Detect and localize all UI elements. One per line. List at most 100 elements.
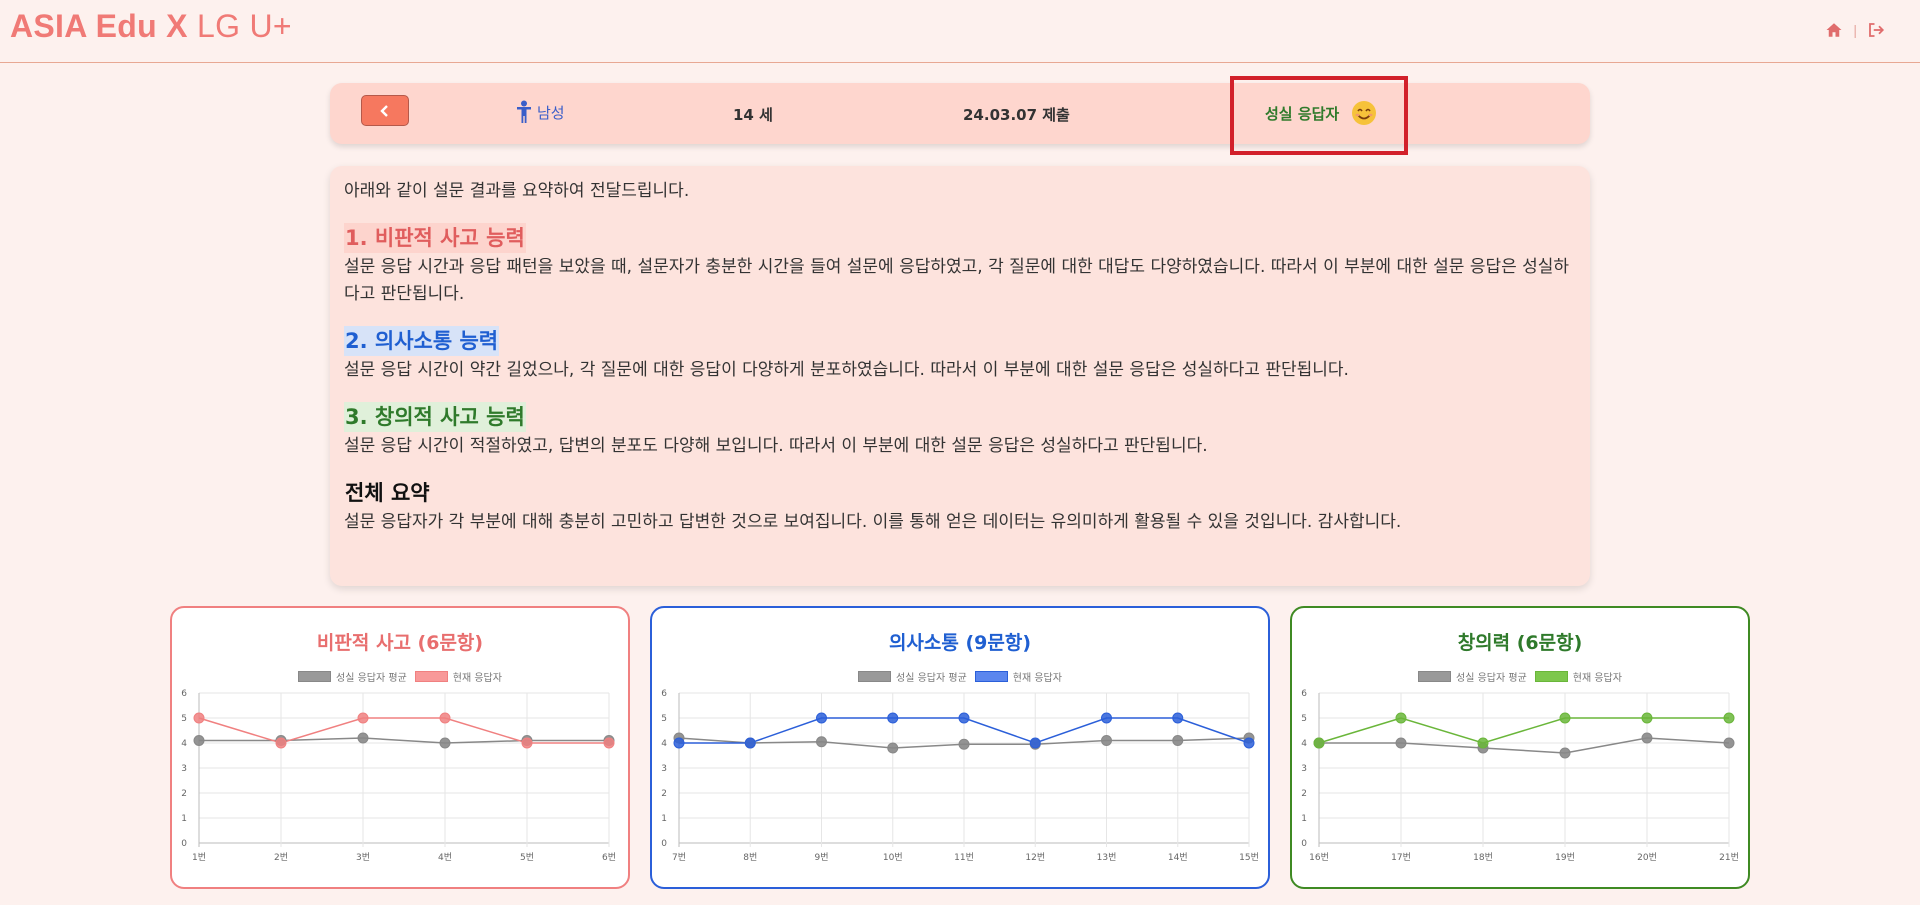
- x-tick-label: 16번: [1309, 852, 1329, 863]
- legend-item-current[interactable]: 현재 응답자: [974, 669, 1062, 684]
- data-point-current: [1243, 737, 1255, 749]
- data-point-current: [887, 712, 899, 724]
- legend-item-average[interactable]: 성실 응답자 평균: [858, 669, 967, 684]
- data-point-current: [1395, 712, 1407, 724]
- brand-partner: LG U+: [187, 8, 292, 44]
- legend-label: 성실 응답자 평균: [1456, 673, 1527, 684]
- legend-label: 현재 응답자: [452, 673, 502, 684]
- x-tick-label: 3번: [356, 852, 370, 863]
- section-body: 설문 응답 시간이 약간 길었으나, 각 질문에 대한 응답이 다양하게 분포하…: [344, 360, 1349, 380]
- legend-item-average[interactable]: 성실 응답자 평균: [1418, 669, 1527, 684]
- chart-legend: 성실 응답자 평균 현재 응답자: [652, 669, 1268, 684]
- y-tick-label: 1: [181, 814, 187, 824]
- x-tick-label: 2번: [274, 852, 288, 863]
- home-icon[interactable]: [1825, 21, 1843, 39]
- y-tick-label: 4: [181, 739, 187, 749]
- summary-section-creativity: 3. 창의적 사고 능력 설문 응답 시간이 적절하였고, 답변의 분포도 다양…: [344, 402, 1576, 460]
- x-tick-label: 6번: [602, 852, 616, 863]
- gender-info: 남성: [515, 100, 565, 124]
- x-tick-label: 15번: [1239, 852, 1259, 863]
- logout-icon[interactable]: [1867, 21, 1885, 39]
- x-tick-label: 11번: [954, 852, 974, 863]
- submitted-date: 24.03.07 제출: [963, 106, 1070, 124]
- legend-swatch: [298, 671, 332, 682]
- chart-legend: 성실 응답자 평균 현재 응답자: [1292, 669, 1748, 684]
- x-tick-label: 20번: [1637, 852, 1657, 863]
- data-point-current: [744, 737, 756, 749]
- data-point-average: [357, 732, 369, 744]
- legend-item-average[interactable]: 성실 응답자 평균: [298, 669, 407, 684]
- respondent-info-bar: 남성 14 세 24.03.07 제출 성실 응답자: [330, 76, 1590, 155]
- data-point-current: [439, 712, 451, 724]
- section-title: 2. 의사소통 능력: [344, 326, 500, 356]
- x-tick-label: 5번: [520, 852, 534, 863]
- x-tick-label: 8번: [743, 852, 757, 863]
- data-point-current: [1172, 712, 1184, 724]
- y-tick-label: 4: [661, 739, 667, 749]
- x-tick-label: 1번: [192, 852, 206, 863]
- data-point-current: [816, 712, 827, 724]
- data-point-average: [816, 736, 827, 748]
- legend-label: 현재 응답자: [1572, 673, 1622, 684]
- y-tick-label: 2: [661, 789, 667, 799]
- y-tick-label: 5: [181, 714, 187, 724]
- data-point-average: [1395, 737, 1407, 749]
- y-tick-label: 0: [661, 839, 667, 849]
- legend-swatch: [414, 671, 448, 682]
- data-point-current: [1313, 737, 1325, 749]
- person-icon: [517, 100, 531, 123]
- x-tick-label: 13번: [1097, 852, 1117, 863]
- y-tick-label: 0: [181, 839, 187, 849]
- data-point-current: [1559, 712, 1571, 724]
- data-point-current: [1477, 737, 1489, 749]
- data-point-current: [958, 712, 970, 724]
- data-point-average: [958, 738, 970, 750]
- y-tick-label: 6: [661, 689, 667, 699]
- x-tick-label: 14번: [1168, 852, 1188, 863]
- line-chart-critical: 0 1 2 3 4 5 6 1번 2번 3번 4번 5번 6번: [181, 689, 616, 863]
- data-point-average: [1723, 737, 1735, 749]
- x-tick-label: 12번: [1025, 852, 1045, 863]
- legend-swatch: [1534, 671, 1568, 682]
- data-point-current: [521, 737, 533, 749]
- x-tick-label: 21번: [1719, 852, 1739, 863]
- y-tick-label: 2: [181, 789, 187, 799]
- brand-logo[interactable]: ASIA Edu X LG U+: [10, 8, 292, 45]
- top-actions: |: [1825, 21, 1885, 39]
- summary-intro: 아래와 같이 설문 결과를 요약하여 전달드립니다.: [344, 181, 690, 201]
- summary-section-critical: 1. 비판적 사고 능력 설문 응답 시간과 응답 패턴을 보았을 때, 설문자…: [344, 223, 1576, 308]
- legend-swatch: [858, 671, 892, 682]
- series-line-current: [198, 717, 609, 744]
- summary-section-communication: 2. 의사소통 능력 설문 응답 시간이 약간 길었으나, 각 질문에 대한 응…: [344, 326, 1576, 384]
- legend-item-current[interactable]: 현재 응답자: [1534, 669, 1622, 684]
- y-tick-label: 5: [1301, 714, 1307, 724]
- chart-legend: 성실 응답자 평균 현재 응답자: [172, 669, 628, 684]
- data-point-average: [887, 742, 899, 754]
- data-point-average: [439, 737, 451, 749]
- top-navbar: ASIA Edu X LG U+ |: [0, 0, 1920, 63]
- series-line-average: [1319, 737, 1730, 754]
- status-highlight: 성실 응답자: [1230, 76, 1408, 155]
- back-button[interactable]: [361, 95, 409, 126]
- y-tick-label: 6: [181, 689, 187, 699]
- smiley-icon: [1352, 101, 1377, 125]
- section-title: 전체 요약: [345, 481, 430, 505]
- data-point-current: [603, 737, 615, 749]
- legend-item-current[interactable]: 현재 응답자: [414, 669, 502, 684]
- section-body: 설문 응답 시간과 응답 패턴을 보았을 때, 설문자가 충분한 시간을 들여 …: [344, 257, 1570, 304]
- data-point-current: [275, 737, 287, 749]
- chart-title: 창의력 (6문항): [1457, 632, 1583, 654]
- x-tick-label: 7번: [672, 852, 686, 863]
- y-tick-label: 0: [1301, 839, 1307, 849]
- y-tick-label: 4: [1301, 739, 1307, 749]
- chart-title: 비판적 사고 (6문항): [316, 632, 484, 654]
- data-point-current: [1101, 712, 1112, 724]
- legend-swatch: [1418, 671, 1452, 682]
- legend-label: 성실 응답자 평균: [336, 673, 407, 684]
- legend-label: 성실 응답자 평균: [896, 673, 967, 684]
- summary-section-overall: 전체 요약 설문 응답자가 각 부분에 대해 충분히 고민하고 답변한 것으로 …: [344, 478, 1576, 536]
- x-tick-label: 10번: [883, 852, 903, 863]
- chevron-left-icon: [380, 104, 388, 117]
- data-point-current: [193, 712, 205, 724]
- data-point-average: [1101, 735, 1112, 746]
